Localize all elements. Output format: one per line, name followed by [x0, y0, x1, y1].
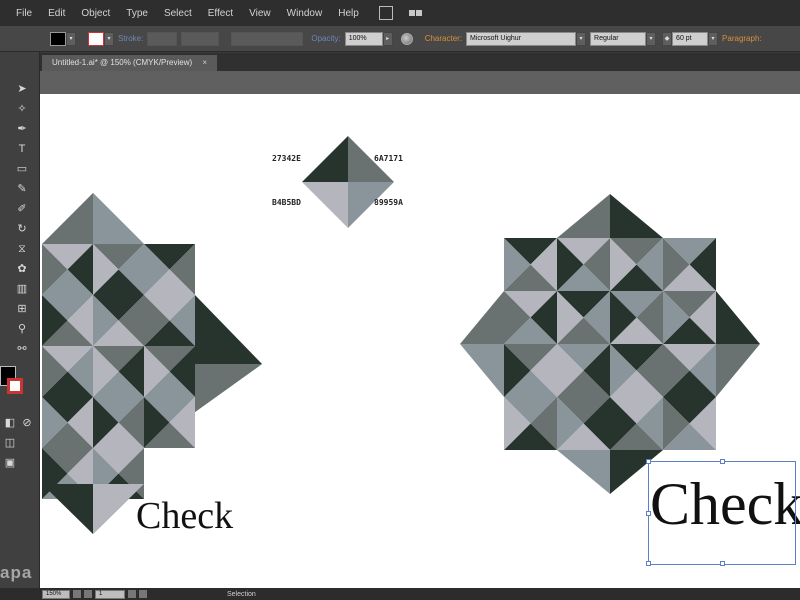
- current-tool-status: Selection: [227, 590, 256, 598]
- selection-handle-bottom[interactable]: [720, 561, 725, 566]
- selection-handle-bottom-left[interactable]: [646, 561, 651, 566]
- right-point-top-a: [557, 194, 610, 238]
- first-artboard-button[interactable]: [73, 590, 81, 598]
- watermark-text: apa: [0, 563, 33, 582]
- text-selection-bounding-box[interactable]: [646, 459, 796, 566]
- color-label-27342E: 27342E: [272, 154, 301, 163]
- right-point-top-b: [610, 194, 663, 238]
- color-key-diamond[interactable]: [302, 136, 394, 228]
- right-point-left-a: [460, 291, 504, 344]
- left-cap-right-shade: [195, 364, 262, 412]
- artboard-number-field[interactable]: 1: [95, 589, 125, 599]
- selection-handle-top-left[interactable]: [646, 459, 651, 464]
- check-text-left[interactable]: Check: [136, 494, 233, 538]
- key-triangle-27342e: [302, 136, 348, 182]
- selection-handle-left[interactable]: [646, 511, 651, 516]
- status-bar: 150% 1 Selection: [0, 588, 800, 600]
- right-tessellation[interactable]: [460, 194, 760, 494]
- right-point-right-b: [716, 344, 760, 397]
- right-point-left-b: [460, 344, 504, 397]
- zoom-level-field[interactable]: 150%: [42, 589, 70, 599]
- key-triangle-b4b5bd: [302, 182, 348, 228]
- left-tessellation[interactable]: [42, 193, 262, 534]
- right-point-right-a: [716, 291, 760, 344]
- previous-artboard-button[interactable]: [84, 590, 92, 598]
- next-artboard-button[interactable]: [128, 590, 136, 598]
- color-label-6A7171: 6A7171: [374, 154, 403, 163]
- selection-handle-top[interactable]: [720, 459, 725, 464]
- color-label-89959A: 89959A: [374, 198, 403, 207]
- color-label-B4B5BD: B4B5BD: [272, 198, 301, 207]
- last-artboard-button[interactable]: [139, 590, 147, 598]
- left-cap-top-shade: [93, 193, 144, 244]
- right-point-bottom-a: [557, 450, 610, 494]
